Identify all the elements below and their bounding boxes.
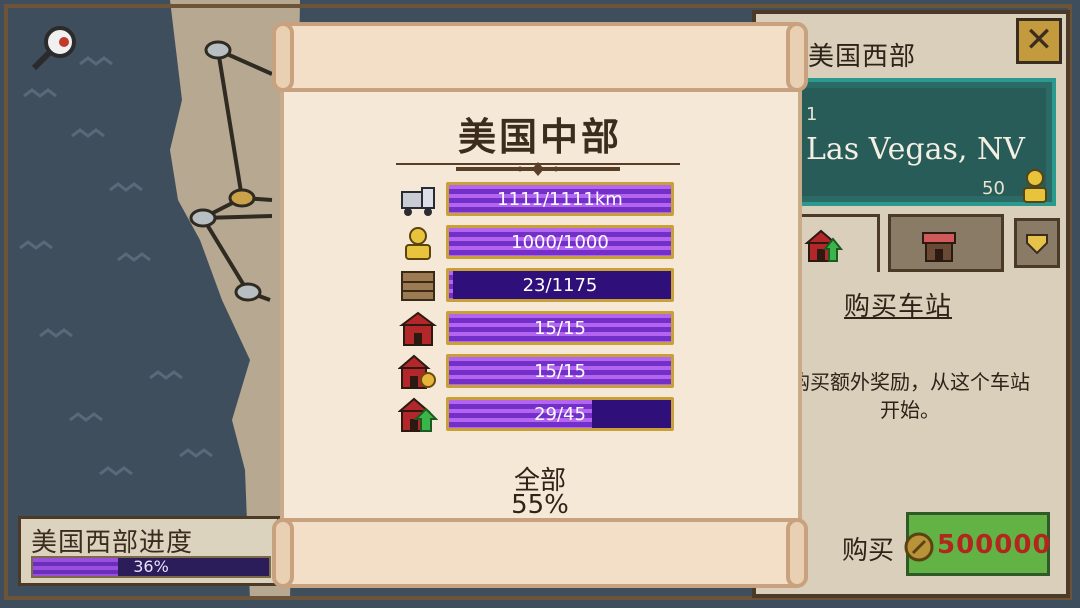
stat-bar: 23/1175 (446, 268, 674, 302)
passenger-icon (1023, 169, 1047, 203)
stat-value: 29/45 (534, 404, 586, 425)
buy-station-heading: 购买车站 (844, 292, 953, 322)
stat-bar: 1000/1000 (446, 225, 674, 259)
scroll-roll-end (786, 518, 808, 588)
stat-value: 15/15 (534, 318, 586, 339)
buy-label: 购买 (842, 536, 895, 566)
stat-value: 15/15 (534, 361, 586, 382)
zoom-magnifier-icon[interactable] (28, 22, 80, 72)
title-divider (396, 162, 680, 176)
stat-bar: 15/15 (446, 311, 674, 345)
region-progress-bar: 36% (31, 556, 271, 578)
stat-value: 23/1175 (522, 275, 598, 296)
stat-row-cargo: 23/1175 (398, 268, 678, 304)
crate-icon (401, 271, 435, 301)
station-upgrade-icon (804, 229, 843, 262)
buy-price: 500000 (937, 530, 1052, 560)
station-upgrade-icon (398, 397, 438, 432)
stat-row-distance: 1111/1111km (398, 182, 678, 218)
stat-value: 1000/1000 (511, 232, 609, 253)
station-coin-icon (398, 354, 436, 389)
stat-row-station-upgrades: 29/45 (398, 397, 678, 433)
shop-icon (922, 232, 956, 262)
stat-bar: 29/45 (446, 397, 674, 431)
region-progress-label: 美国西部进度 (31, 528, 194, 558)
stat-bar: 15/15 (446, 354, 674, 388)
train-icon (401, 187, 435, 216)
station-card[interactable]: 1 Las Vegas, NV 50 (772, 78, 1056, 206)
stat-row-station-bonus: 15/15 (398, 354, 678, 390)
station-name: Las Vegas, NV (806, 132, 1025, 167)
region-stats-scroll: 美国中部 1111/1111km 1000/1000 23/1175 15/15… (272, 22, 808, 588)
stat-row-passengers: 1000/1000 (398, 225, 678, 261)
scroll-roll-end (786, 22, 808, 92)
coin-icon (904, 532, 934, 562)
close-x-icon: ✕ (1024, 20, 1054, 60)
region-progress-panel: 美国西部进度 36% (18, 516, 280, 586)
tab-dropdown[interactable] (1014, 218, 1060, 268)
buy-button[interactable]: 500000 (904, 512, 1052, 576)
tab-shop[interactable] (888, 214, 1004, 272)
scroll-roll-end (272, 518, 294, 588)
chevron-down-icon (1026, 234, 1048, 255)
stat-value: 1111/1111km (497, 189, 623, 210)
scroll-roll-end (272, 22, 294, 92)
stat-bar: 1111/1111km (446, 182, 674, 216)
stat-row-stations: 15/15 (398, 311, 678, 347)
passenger-icon (405, 227, 431, 260)
total-value: 55% (511, 490, 569, 520)
side-panel-title: 美国西部 (808, 42, 917, 72)
buy-station-description: 购买额外奖励，从这个车站开始。 (790, 370, 1030, 422)
station-icon (399, 311, 437, 346)
scroll-roll-bottom (272, 518, 808, 588)
close-button[interactable]: ✕ (1016, 18, 1062, 64)
station-passenger-count: 50 (982, 178, 1005, 199)
dialog-title: 美国中部 (457, 115, 622, 159)
region-progress-value: 36% (133, 557, 169, 576)
scroll-roll-top (272, 22, 808, 92)
